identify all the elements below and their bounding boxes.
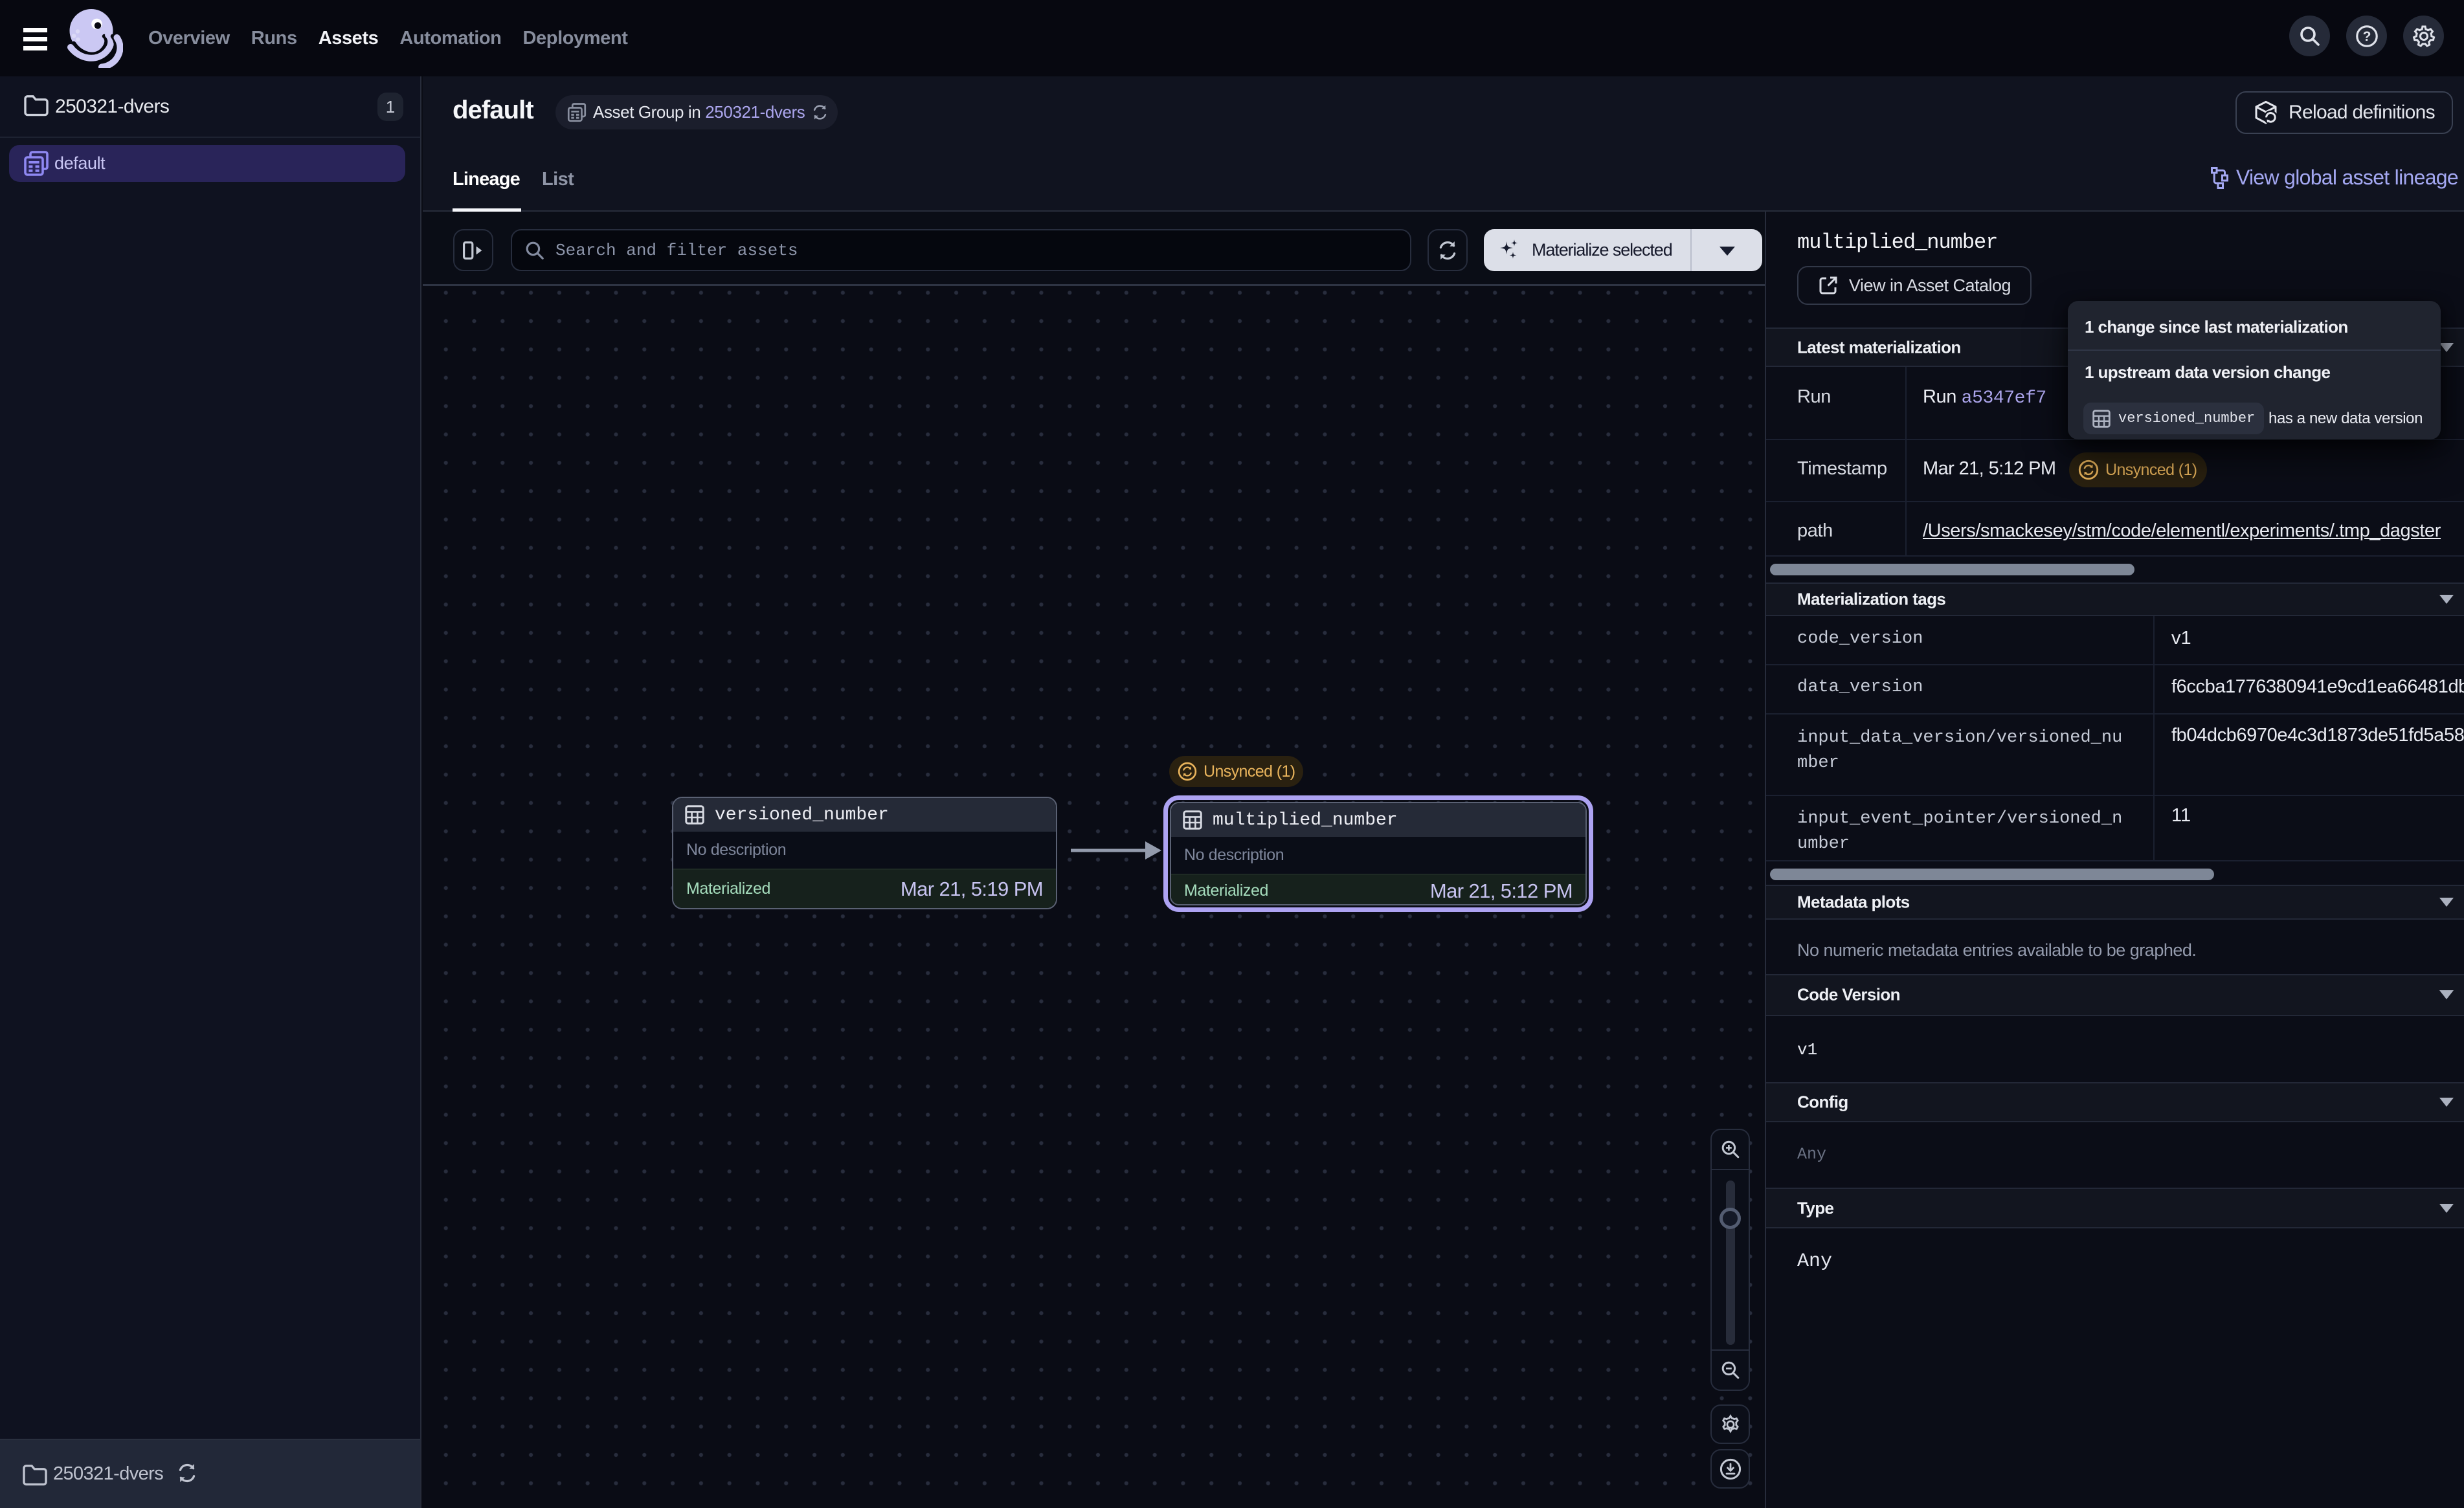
svg-text:?: ? <box>2362 29 2371 44</box>
